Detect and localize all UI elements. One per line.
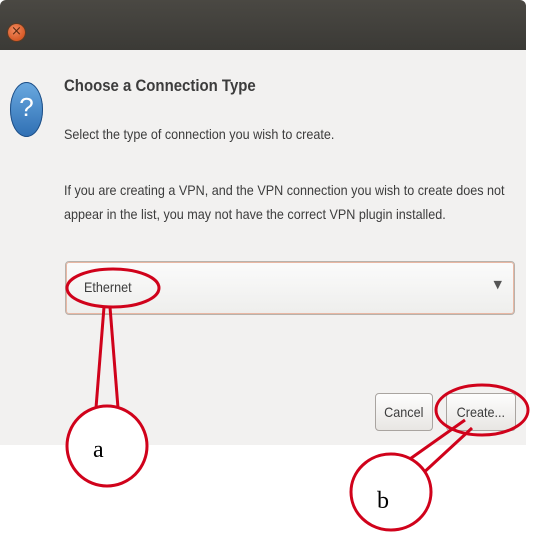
callout-a-circle (65, 404, 149, 488)
annotation-overlay (65, 267, 530, 532)
callout-a-pointer-right (108, 306, 120, 409)
screenshot-stage: Choose a Connection Type Select the type… (0, 0, 533, 533)
callout-a-label: a (93, 437, 104, 463)
callout-b-circle (349, 452, 433, 532)
callout-b-label: b (377, 488, 389, 514)
highlight-create-ellipse (434, 383, 530, 437)
callout-a-pointer-left (94, 306, 106, 409)
highlight-ethernet-ellipse (65, 267, 161, 309)
